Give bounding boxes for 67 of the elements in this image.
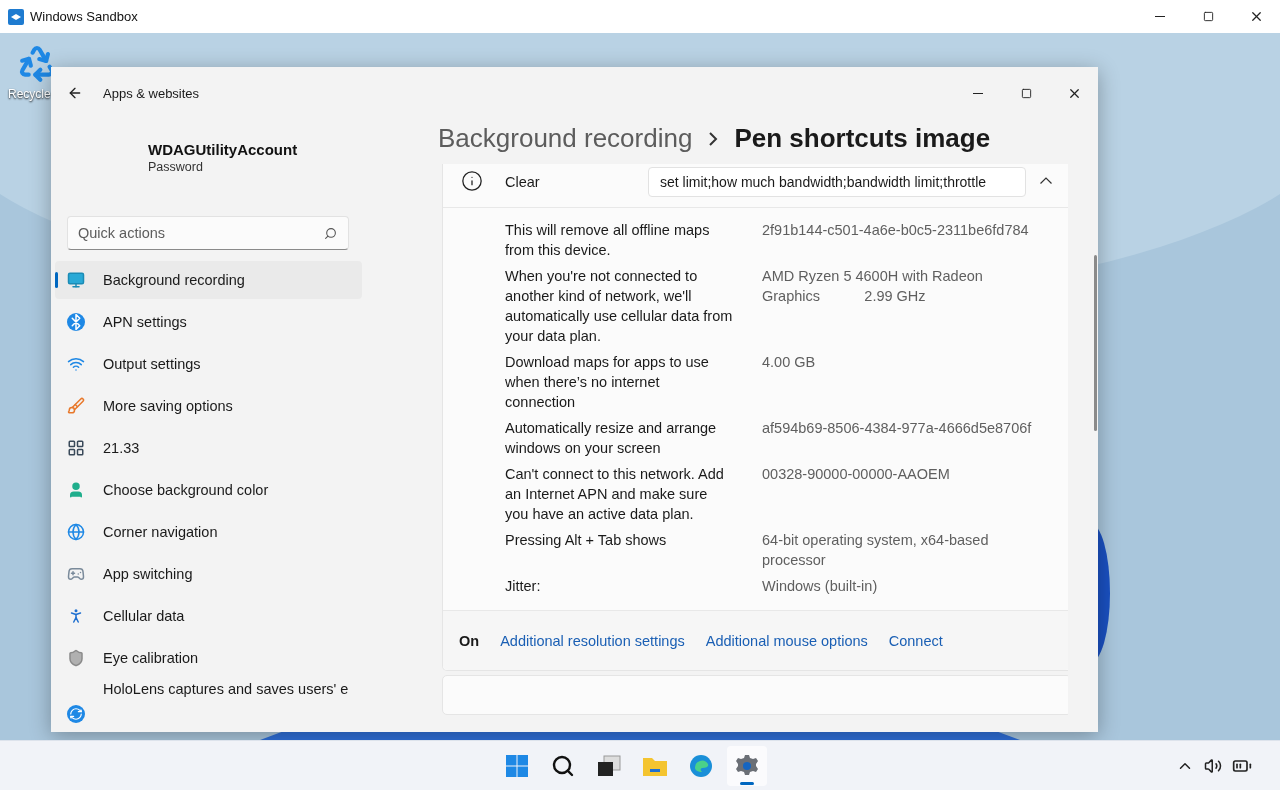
setting-label: Clear: [505, 173, 541, 190]
detail-label: Can't connect to this network. Add an Internet APN and make sure you have an active data plan.: [505, 465, 725, 524]
windows-logo-icon: [505, 753, 529, 778]
gamepad-icon: [67, 565, 85, 583]
search-field[interactable]: Quick actions: [67, 216, 349, 250]
page-title: Pen shortcuts image: [734, 123, 991, 154]
status-text: On: [459, 632, 480, 649]
nav-item[interactable]: Background recording: [55, 261, 362, 299]
chevron-right-icon: [708, 131, 719, 146]
sandbox-app-icon: [8, 8, 24, 25]
scrollbar-thumb[interactable]: [1094, 255, 1097, 431]
back-button[interactable]: [67, 85, 83, 101]
account-name: WDAGUtilityAccount: [148, 141, 299, 158]
detail-value: 00328-90000-00000-AAOEM: [762, 465, 951, 484]
detail-label: When you're not connected to another kind of network, we'll automatically use cellular data from your data plan.: [505, 267, 733, 346]
nav-item[interactable]: Cellular data: [55, 597, 362, 635]
nav-item[interactable]: HoloLens captures and saves users' e: [55, 681, 362, 725]
wifi-icon: [67, 355, 85, 373]
desktop-icon-label: Recycle: [8, 87, 51, 101]
bluetooth-icon: [67, 313, 85, 331]
detail-value: AMD Ryzen 5 4600H with Radeon Graphics 2.99 GHz: [762, 267, 984, 306]
detail-value: 2f91b144-c501-4a6e-b0c5-2311be6fd784: [762, 221, 1030, 240]
monitor-icon: [67, 271, 85, 289]
detail-label: Jitter:: [505, 577, 542, 596]
brush-icon: [67, 397, 85, 415]
text-field[interactable]: set limit;how much bandwidth;bandwidth limit;throttle: [648, 166, 1026, 197]
nav-item[interactable]: App switching: [55, 555, 362, 593]
info-icon: [461, 169, 483, 192]
gear-icon: [735, 753, 759, 778]
app-title: Apps & websites: [103, 85, 201, 101]
maximize-icon: [1202, 11, 1214, 22]
task-view-icon: [597, 754, 621, 777]
search-icon: [324, 227, 337, 240]
search-icon: [551, 753, 575, 778]
detail-value: 4.00 GB: [762, 353, 817, 372]
person-icon: [67, 481, 85, 499]
shield-icon: [67, 649, 85, 667]
window-title: Windows Sandbox: [30, 9, 139, 24]
grid-icon: [67, 439, 85, 457]
chevron-up-icon: [1040, 177, 1052, 184]
nav-item[interactable]: Choose background color: [55, 471, 362, 509]
detail-label: This will remove all offline maps from this device.: [505, 221, 711, 260]
nav-item[interactable]: Eye calibration: [55, 639, 362, 677]
minimize-icon: [1155, 16, 1165, 17]
collapse-button[interactable]: [1040, 177, 1052, 184]
detail-label: Pressing Alt + Tab shows: [505, 531, 668, 550]
settings-link[interactable]: Additional resolution settings: [500, 632, 685, 649]
nav-item[interactable]: More saving options: [55, 387, 362, 425]
maximize-icon: [1020, 87, 1032, 99]
globe-icon: [67, 523, 85, 541]
nav-item[interactable]: Corner navigation: [55, 513, 362, 551]
detail-value: 64-bit operating system, x64-based processor: [762, 531, 990, 570]
sync-icon: [67, 705, 85, 723]
settings-link[interactable]: Connect: [888, 632, 943, 649]
detail-value: Windows (built-in): [762, 577, 879, 596]
detail-value: af594b69-8506-4384-977a-4666d5e8706f: [762, 419, 1033, 438]
speaker-icon[interactable]: [1204, 756, 1222, 775]
detail-label: Automatically resize and arrange windows on your screen: [505, 419, 718, 458]
nav-item[interactable]: 21.33: [55, 429, 362, 467]
detail-label: Download maps for apps to use when there’s no internet connection: [505, 353, 710, 412]
account-subtitle: Password: [148, 160, 204, 174]
breadcrumb-link[interactable]: Background recording: [438, 123, 693, 154]
settings-link[interactable]: Additional mouse options: [705, 632, 868, 649]
edge-browser-icon: [689, 753, 713, 778]
nav-item[interactable]: APN settings: [55, 303, 362, 341]
minimize-icon: [973, 92, 983, 94]
nav-item[interactable]: Output settings: [55, 345, 362, 383]
